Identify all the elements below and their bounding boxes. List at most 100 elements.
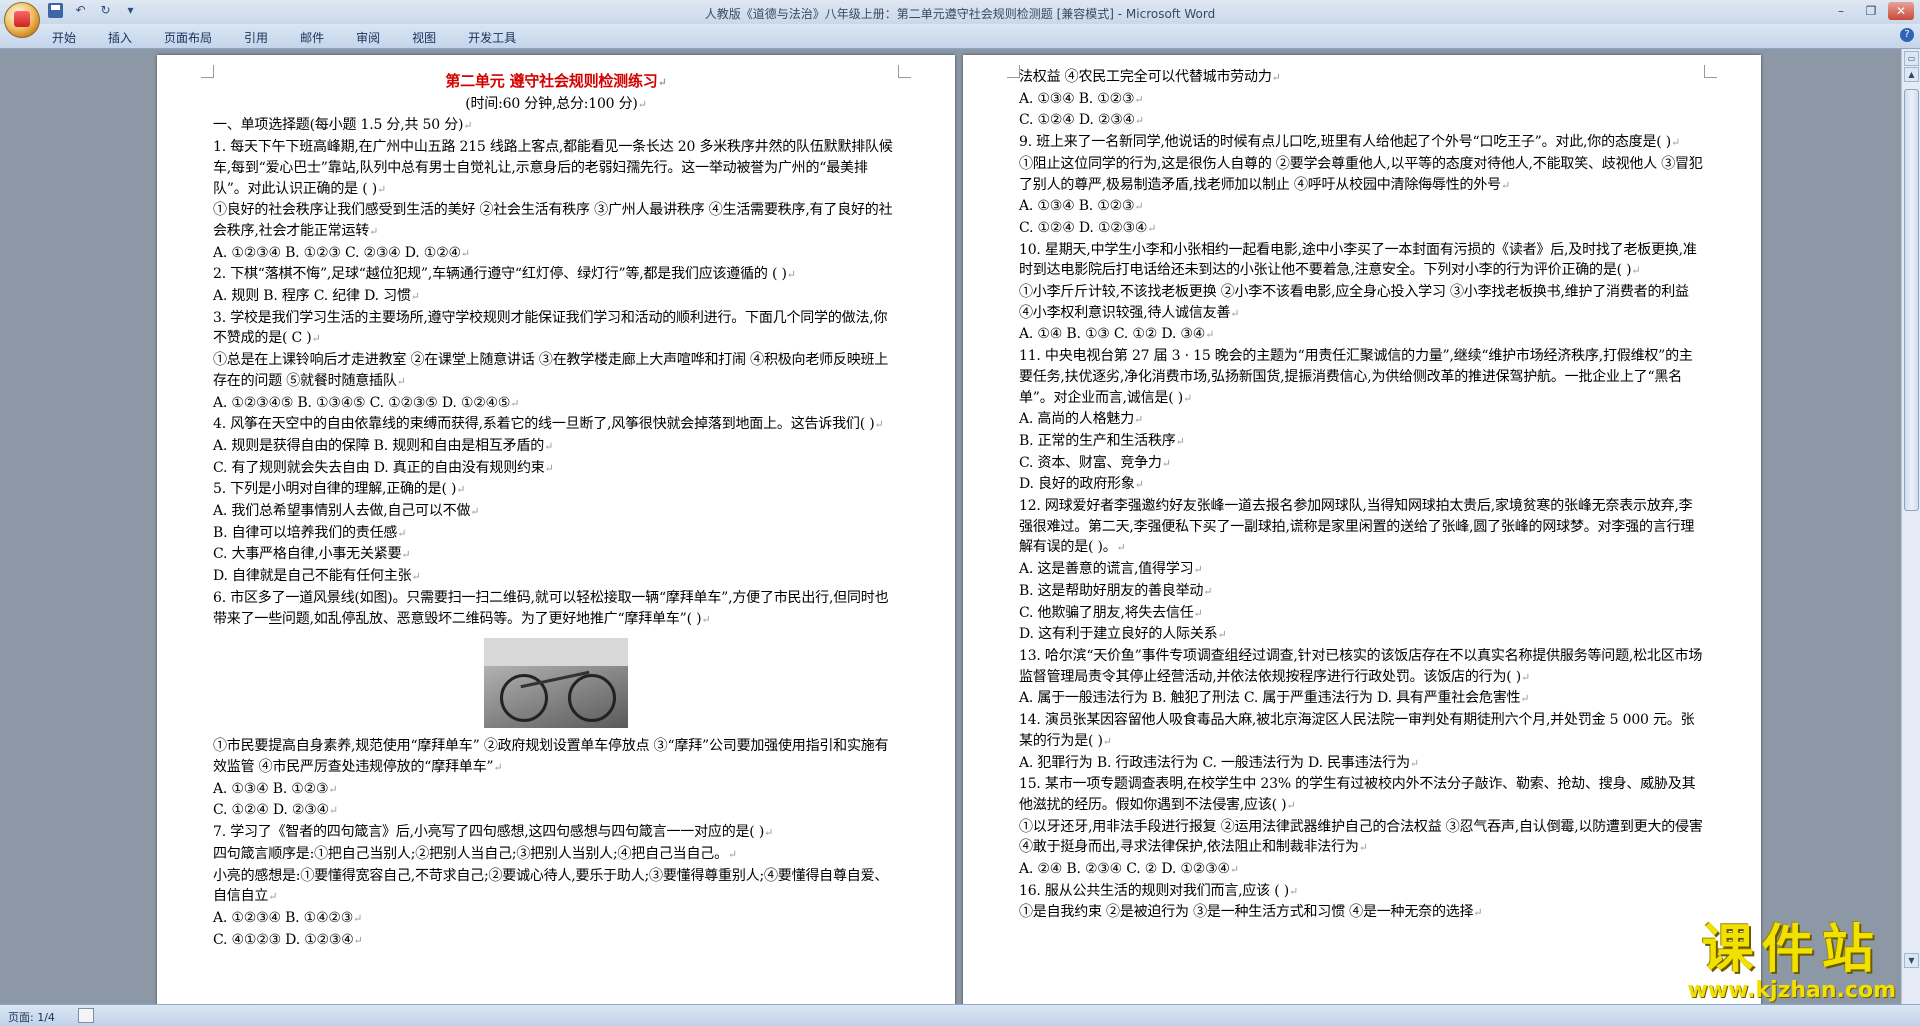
document-line: ①小李斤斤计较,不该找老板更换 ②小李不该看电影,应全身心投入学习 ③小李找老板… [1019,284,1689,321]
minimize-icon[interactable]: – [1828,2,1854,20]
paragraph-mark-icon: ↵ [1409,756,1419,770]
paragraph-mark-icon: ↵ [1500,178,1510,192]
window-title: 人教版《道德与法治》八年级上册：第二单元遵守社会规则检测题 [兼容模式] - M… [704,7,1216,21]
ribbon-tab[interactable]: 邮件 [300,29,324,46]
ribbon-tab[interactable]: 插入 [108,29,132,46]
paragraph-mark-icon: ↵ [376,182,387,196]
paragraph-mark-icon: ↵ [1229,863,1239,877]
document-line: C. ①②④ D. ①②③④↵ [1019,219,1157,236]
paragraph-mark-icon: ↵ [1205,328,1215,342]
document-line: A. ①③④ B. ①②③↵ [213,780,338,797]
document-line: ①以牙还牙,用非法手段进行报复 ②运用法律武器维护自己的合法权益 ③忍气吞声,自… [1019,818,1703,856]
paragraph-mark-icon: ↵ [401,548,411,562]
ribbon-tab[interactable]: 审阅 [356,29,380,46]
paragraph-mark-icon: ↵ [1631,264,1641,278]
ribbon-tab[interactable]: 视图 [412,29,436,46]
scroll-up-icon[interactable]: ▲ [1904,67,1919,82]
paragraph-mark-icon: ↵ [1203,584,1213,598]
paragraph-mark-icon: ↵ [1134,478,1144,492]
paragraph-mark-icon: ↵ [1116,541,1126,555]
document-page-left[interactable]: 第二单元 遵守社会规则检测练习↵ (时间:60 分钟,总分:100 分)↵ 一、… [157,55,955,1004]
document-line: A. ①②③④⑤ B. ①③④⑤ C. ①②③⑤ D. ①②④⑤↵ [213,394,520,411]
proofing-icon[interactable] [78,1008,94,1023]
paragraph-mark-icon: ↵ [353,911,363,925]
document-line: 16. 服从公共生活的规则对我们而言,应该 ( )↵ [1019,882,1299,899]
left-page-lines: 一、单项选择题(每小题 1.5 分,共 50 分)↵ 1. 每天下午下班高峰期,在… [213,115,899,951]
bike-photo [484,638,628,729]
ribbon-tab[interactable]: 开始 [52,29,76,46]
paragraph-mark-icon: ↵ [786,268,796,282]
document-line: 6. 市区多了一道风景线(如图)。只需要扫一扫二维码,就可以轻松接取一辆“摩拜单… [213,589,889,627]
document-line: 13. 哈尔滨“天价鱼”事件专项调查组经过调查,针对已核实的该饭店存在不以真实名… [1019,647,1703,685]
page-content-right: 法权益 ④农民工完全可以代替城市劳动力↵ A. ①③④ B. ①②③↵ C. ①②④… [1019,67,1705,924]
watermark-url: www.kjzhan.com [1687,978,1896,1003]
paragraph-mark-icon: ↵ [456,483,466,497]
scroll-down-icon[interactable]: ▼ [1904,953,1919,968]
close-icon[interactable]: ✕ [1888,2,1914,20]
paragraph-mark-icon: ↵ [1289,884,1299,898]
document-line: 5. 下列是小明对自律的理解,正确的是( )↵ [213,481,466,498]
document-line: A. ①③④ B. ①②③↵ [1019,90,1144,107]
page-content-left: 第二单元 遵守社会规则检测练习↵ (时间:60 分钟,总分:100 分)↵ 一、… [213,71,899,951]
ribbon-tab[interactable]: 页面布局 [164,29,212,46]
paragraph-mark-icon: ↵ [1182,391,1193,405]
paragraph-mark-icon: ↵ [1134,114,1144,128]
document-line: 9. 班上来了一名新同学,他说话的时候有点儿口吃,班里有人给他起了个外号“口吃王… [1019,134,1681,151]
document-line: 15. 某市一项专题调查表明,在校学生中 23% 的学生有过被校内外不法分子敲诈… [1019,776,1696,813]
ruler-toggle-icon[interactable]: ▭ [1904,51,1919,66]
paragraph-mark-icon: ↵ [1521,670,1531,684]
status-bar: 页面: 1/4 [0,1004,1920,1026]
paragraph-mark-icon: ↵ [1358,841,1368,855]
paragraph-mark-icon: ↵ [328,804,338,818]
document-line: 1. 每天下午下班高峰期,在广州中山五路 215 线路上客点,都能看见一条长达 … [213,139,893,197]
paragraph-mark-icon: ↵ [1286,798,1296,812]
document-line: B. 自律可以培养我们的责任感↵ [213,524,407,541]
document-line: A. ①④ B. ①③ C. ①② D. ③④↵ [1019,326,1215,343]
document-line: C. 有了规则就会失去自由 D. 真正的自由没有规则约束↵ [213,459,554,476]
document-line: 法权益 ④农民工完全可以代替城市劳动力↵ [1019,69,1281,85]
document-line: D. 这有利于建立良好的人际关系↵ [1019,626,1227,643]
document-page-right[interactable]: 法权益 ④农民工完全可以代替城市劳动力↵ A. ①③④ B. ①②③↵ C. ①②④… [963,55,1761,1004]
paragraph-mark-icon: ↵ [1175,434,1185,448]
document-line: ①市民要提高自身素养,规范使用“摩拜单车” ②政府规划设置单车停放点 ③“摩拜”… [213,738,889,775]
document-line: A. ①②③④ B. ①④②③↵ [213,909,363,926]
ribbon-tab[interactable]: 引用 [244,29,268,46]
document-line: C. 大事严格自律,小事无关紧要↵ [213,546,411,563]
document-line: ①阻止这位同学的行为,这是很伤人自尊的 ②要学会尊重他人,以平等的态度对待他人,… [1019,155,1703,193]
office-button[interactable] [4,2,40,38]
maximize-icon[interactable]: ❐ [1858,2,1884,20]
paragraph-mark-icon: ↵ [1134,413,1144,427]
document-line: C. 他欺骗了朋友,将失去信任↵ [1019,604,1203,621]
right-page-lines: 法权益 ④农民工完全可以代替城市劳动力↵ A. ①③④ B. ①②③↵ C. ①②④… [1019,67,1705,924]
document-line: C. 资本、财富、竞争力↵ [1019,454,1171,471]
document-line: 3. 学校是我们学习生活的主要场所,遵守学校规则才能保证我们学习和活动的顺利进行… [213,309,888,347]
ribbon-tabs: 开始 插入 页面布局 引用 邮件 审阅 视图 开发工具 [52,29,548,46]
paragraph-mark-icon: ↵ [353,933,363,947]
paragraph-mark-icon: ↵ [1193,563,1203,577]
document-line: 11. 中央电视台第 27 届 3 · 15 晚会的主题为“用责任汇聚诚信的力量… [1019,348,1693,406]
document-line: B. 正常的生产和生活秩序↵ [1019,432,1185,449]
watermark-logo: 课件站 [1701,920,1882,980]
document-line: ①是自我约束 ②是被迫行为 ③是一种生活方式和习惯 ④是一种无奈的选择↵ [1019,904,1483,921]
paragraph-mark-icon: ↵ [463,119,473,133]
document-line: B. 这是帮助好朋友的善良举动↵ [1019,582,1213,599]
paragraph-mark-icon: ↵ [369,224,379,238]
crop-mark [1704,65,1717,78]
paragraph-mark-icon: ↵ [411,570,421,584]
document-area[interactable]: 第二单元 遵守社会规则检测练习↵ (时间:60 分钟,总分:100 分)↵ 一、… [0,49,1902,1004]
paragraph-mark-icon: ↵ [470,505,480,519]
document-time: (时间:60 分钟,总分:100 分)↵ [465,95,647,112]
paragraph-mark-icon: ↵ [1271,71,1281,84]
title-bar: ↶ ↻ ▾ 人教版《道德与法治》八年级上册：第二单元遵守社会规则检测题 [兼容模… [0,0,1920,38]
help-icon[interactable]: ? [1900,28,1914,42]
document-line: 14. 演员张某因容留他人吸食毒品大麻,被北京海淀区人民法院一审判处有期徒刑六个… [1019,712,1695,749]
paragraph-mark-icon: ↵ [1161,456,1171,470]
scrollbar-thumb[interactable] [1904,89,1919,511]
page-count[interactable]: 页面: 1/4 [8,1009,55,1025]
window-controls: – ❐ ✕ [1828,2,1914,20]
paragraph-mark-icon: ↵ [396,374,406,388]
document-line: ①总是在上课铃响后才走进教室 ②在课堂上随意讲话 ③在教学楼走廊上大声喧哗和打闹… [213,352,889,389]
ribbon-tab[interactable]: 开发工具 [468,29,516,46]
paragraph-mark-icon: ↵ [727,847,737,861]
vertical-scrollbar[interactable]: ▭ ▲ ▼ [1901,49,1920,1004]
